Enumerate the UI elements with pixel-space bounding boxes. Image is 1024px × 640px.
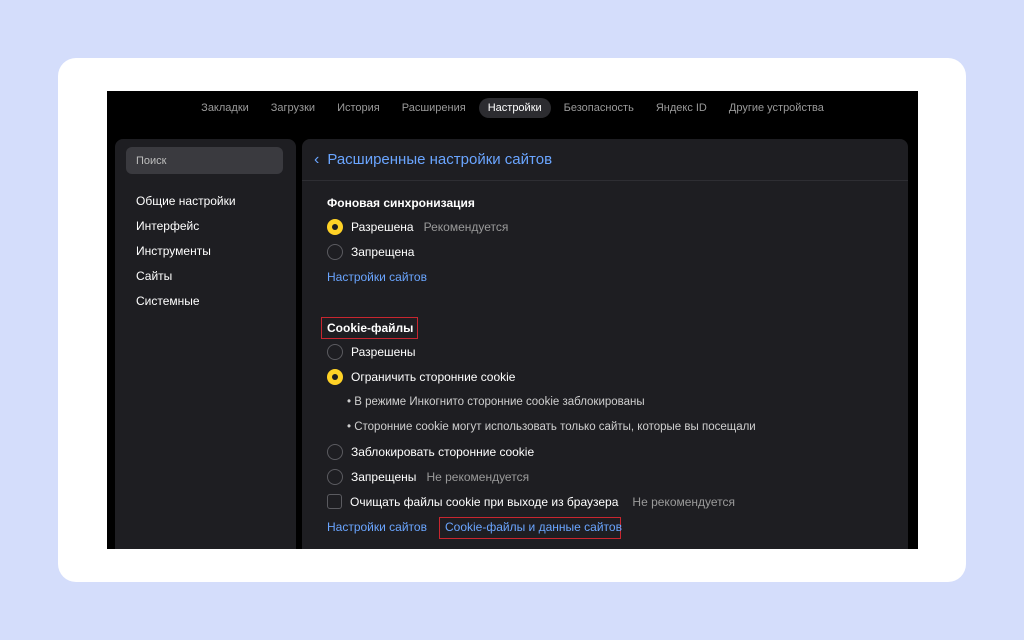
tab-yandex-id[interactable]: Яндекс ID [647, 98, 716, 118]
background-sync-title: Фоновая синхронизация [327, 196, 475, 210]
sidebar-item-tools[interactable]: Инструменты [136, 244, 211, 258]
tab-downloads[interactable]: Загрузки [262, 98, 324, 118]
sidebar-item-general[interactable]: Общие настройки [136, 194, 236, 208]
option-note: Рекомендуется [423, 220, 509, 234]
sidebar-item-interface[interactable]: Интерфейс [136, 219, 199, 233]
tab-other-devices[interactable]: Другие устройства [720, 98, 833, 118]
radio-button[interactable] [327, 444, 343, 460]
search-input[interactable] [136, 154, 273, 167]
top-navigation: Закладки Загрузки История Расширения Нас… [107, 91, 918, 125]
info-bullet: • Сторонние cookie могут использовать то… [347, 421, 756, 433]
radio-sync-allowed[interactable]: Разрешена Рекомендуется [327, 219, 508, 235]
page-title: Расширенные настройки сайтов [327, 151, 553, 168]
tab-security[interactable]: Безопасность [555, 98, 643, 118]
panel-header: ‹ Расширенные настройки сайтов [302, 139, 908, 181]
radio-button[interactable] [327, 369, 343, 385]
radio-sync-forbidden[interactable]: Запрещена [327, 244, 414, 260]
option-label: Ограничить сторонние cookie [351, 370, 516, 384]
radio-cookies-allowed[interactable]: Разрешены [327, 344, 416, 360]
site-settings-link-cookies[interactable]: Настройки сайтов [327, 520, 427, 534]
option-note: Не рекомендуется [632, 494, 736, 509]
checkbox-clear-on-exit[interactable]: Очищать файлы cookie при выходе из брауз… [327, 494, 735, 509]
cookies-title: Cookie-файлы [327, 321, 414, 335]
radio-button[interactable] [327, 244, 343, 260]
settings-sidebar: Общие настройки Интерфейс Инструменты Са… [115, 139, 296, 549]
settings-panel: ‹ Расширенные настройки сайтов Фоновая с… [302, 139, 908, 549]
browser-settings-window: Закладки Загрузки История Расширения Нас… [107, 91, 918, 549]
tab-history[interactable]: История [328, 98, 389, 118]
option-label: Разрешена [351, 220, 414, 234]
tab-bookmarks[interactable]: Закладки [192, 98, 258, 118]
tab-extensions[interactable]: Расширения [393, 98, 475, 118]
chevron-left-icon[interactable]: ‹ [314, 151, 319, 168]
radio-block-third-party[interactable]: Заблокировать сторонние cookie [327, 444, 534, 460]
sidebar-item-system[interactable]: Системные [136, 294, 200, 308]
checkbox[interactable] [327, 494, 342, 509]
option-label: Заблокировать сторонние cookie [351, 445, 535, 459]
option-label: Запрещена [351, 245, 415, 259]
radio-limit-third-party[interactable]: Ограничить сторонние cookie [327, 369, 515, 385]
option-label: Запрещены [351, 470, 417, 484]
radio-button[interactable] [327, 469, 343, 485]
search-box[interactable] [126, 147, 283, 174]
option-label: Очищать файлы cookie при выходе из брауз… [350, 494, 619, 509]
option-label: Разрешены [351, 345, 416, 359]
radio-button[interactable] [327, 219, 343, 235]
option-note: Не рекомендуется [426, 470, 530, 484]
tab-settings[interactable]: Настройки [478, 98, 551, 118]
info-bullet: • В режиме Инкогнито сторонние cookie за… [347, 396, 645, 408]
radio-cookies-forbidden[interactable]: Запрещены Не рекомендуется [327, 469, 529, 485]
site-settings-link-sync[interactable]: Настройки сайтов [327, 270, 427, 284]
cookie-data-link[interactable]: Cookie-файлы и данные сайтов [445, 520, 622, 534]
sidebar-item-sites[interactable]: Сайты [136, 269, 172, 283]
radio-button[interactable] [327, 344, 343, 360]
